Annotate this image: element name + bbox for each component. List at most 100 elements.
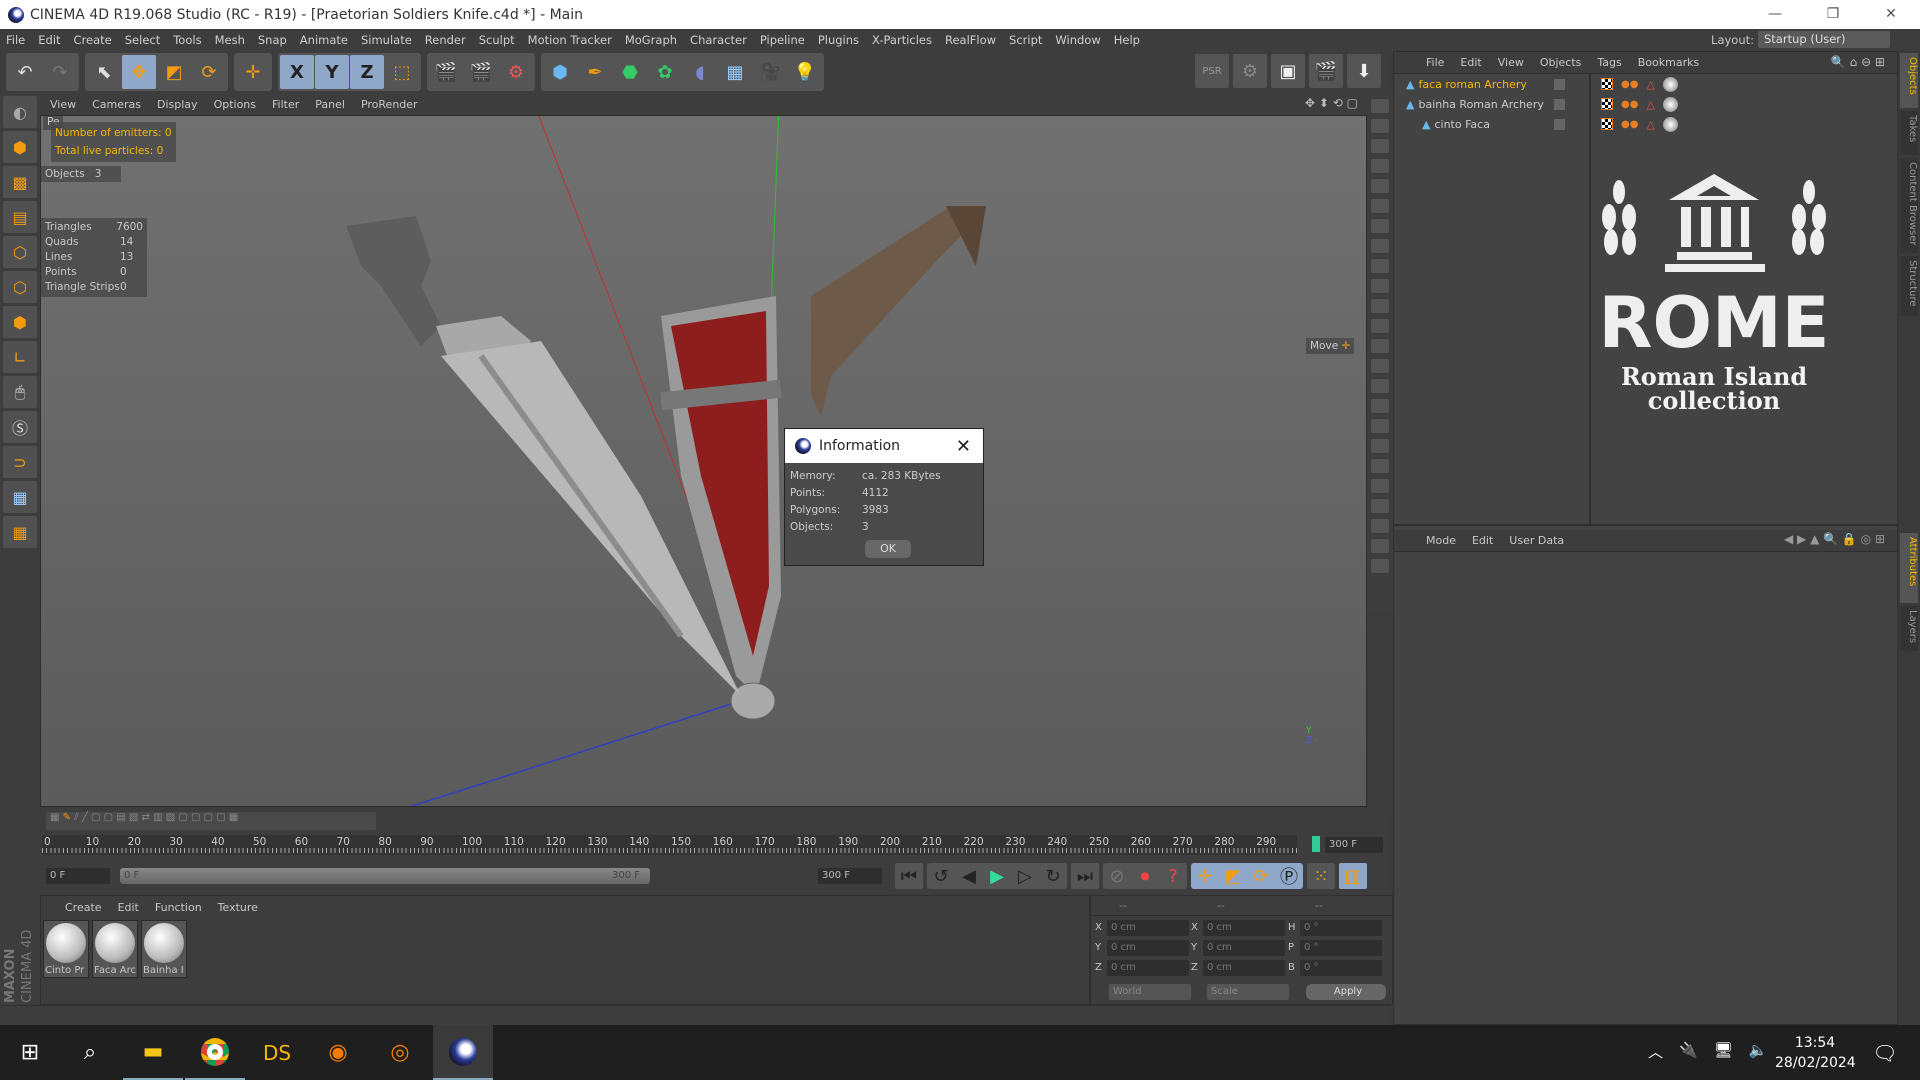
coord-field[interactable]: 0 ° bbox=[1300, 940, 1382, 956]
viewport-side-tool-icon[interactable] bbox=[1371, 219, 1389, 233]
next-key-icon[interactable]: ↻ bbox=[1039, 863, 1067, 889]
render-settings-icon[interactable]: ⚙ bbox=[499, 55, 533, 89]
interactive-render-icon[interactable]: 🎬 bbox=[1309, 54, 1343, 88]
coord-field[interactable]: 0 cm bbox=[1107, 960, 1189, 976]
texture-mode-icon[interactable]: ▩ bbox=[3, 166, 37, 198]
undo-icon[interactable]: ↶ bbox=[8, 55, 42, 89]
phong-tag-icon[interactable]: ●● bbox=[1621, 99, 1638, 110]
rotate-icon[interactable]: ⟳ bbox=[192, 55, 226, 89]
menu-simulate[interactable]: Simulate bbox=[361, 33, 412, 47]
menu-pipeline[interactable]: Pipeline bbox=[760, 33, 805, 47]
last-tool-icon[interactable]: ✛ bbox=[236, 55, 270, 89]
menu-realflow[interactable]: RealFlow bbox=[945, 33, 996, 47]
viewport-side-tool-icon[interactable] bbox=[1371, 139, 1389, 153]
object-menu-tags[interactable]: Tags bbox=[1597, 56, 1621, 69]
render-picture-viewer-icon[interactable]: 🎬 bbox=[464, 55, 498, 89]
visibility-toggle[interactable] bbox=[1554, 118, 1565, 130]
edges-mode-icon[interactable]: ⬡ bbox=[3, 271, 37, 303]
cinema4d-icon[interactable] bbox=[433, 1025, 493, 1080]
file-explorer-icon[interactable]: ▬ bbox=[123, 1025, 183, 1080]
viewport-menu-view[interactable]: View bbox=[50, 98, 76, 111]
autokey-icon[interactable]: ⏺ bbox=[1131, 863, 1159, 889]
viewport-side-tool-icon[interactable] bbox=[1371, 239, 1389, 253]
object-row[interactable]: ▲ faca roman Archery ●● △ bbox=[1394, 74, 1897, 94]
viewport-side-tool-icon[interactable] bbox=[1371, 99, 1389, 113]
coord-field[interactable]: 0 ° bbox=[1300, 960, 1382, 976]
redo-icon[interactable]: ↷ bbox=[43, 55, 77, 89]
coord-field[interactable]: 0 cm bbox=[1107, 940, 1189, 956]
tab-takes[interactable]: Takes bbox=[1900, 111, 1918, 155]
material-menu-function[interactable]: Function bbox=[155, 901, 202, 914]
warning-tag-icon[interactable]: △ bbox=[1646, 98, 1654, 111]
menu-mograph[interactable]: MoGraph bbox=[625, 33, 677, 47]
viewport-menu-filter[interactable]: Filter bbox=[272, 98, 299, 111]
menu-snap[interactable]: Snap bbox=[258, 33, 287, 47]
floor-icon[interactable]: ▦ bbox=[718, 55, 752, 89]
chrome-icon[interactable] bbox=[185, 1025, 245, 1080]
viewport-nav-icons[interactable]: ✥ ⬍ ⟲ ▢ bbox=[1305, 96, 1358, 110]
layout-dropdown[interactable]: Startup (User) bbox=[1758, 31, 1890, 48]
tab-structure[interactable]: Structure bbox=[1900, 256, 1918, 316]
axis-icon[interactable]: ∟ bbox=[3, 341, 37, 373]
menu-plugins[interactable]: Plugins bbox=[818, 33, 859, 47]
attribute-menu-user-data[interactable]: User Data bbox=[1509, 534, 1564, 547]
minimize-button[interactable]: — bbox=[1746, 0, 1804, 29]
tab-objects[interactable]: Objects bbox=[1900, 53, 1918, 108]
previous-key-icon[interactable]: ↺ bbox=[927, 863, 955, 889]
record-disabled-icon[interactable]: ⊘ bbox=[1103, 863, 1131, 889]
object-menu-view[interactable]: View bbox=[1498, 56, 1524, 69]
coordinate-system-icon[interactable]: ⬚ bbox=[385, 55, 419, 89]
workplane-grid-icon[interactable]: ▦ bbox=[3, 481, 37, 513]
scale-icon[interactable]: ◩ bbox=[157, 55, 191, 89]
ok-button[interactable]: OK bbox=[865, 540, 911, 558]
timeline-toolbar[interactable]: ▦ ✎ ⫽ ╱ ▢ ▢ ▤ ▧ ⇄ ▥ ▨ ▢ ▢ ▢ ▢ ▦ bbox=[46, 812, 376, 830]
download-icon[interactable]: ⬇ bbox=[1347, 54, 1381, 88]
menu-file[interactable]: File bbox=[6, 33, 25, 47]
timeline-window-icon[interactable]: ▥ bbox=[1339, 863, 1367, 889]
restore-button[interactable]: ❐ bbox=[1804, 0, 1862, 29]
material-swatch[interactable]: Faca Arc bbox=[92, 920, 138, 978]
object-menu-bookmarks[interactable]: Bookmarks bbox=[1638, 56, 1699, 69]
keyframe-selection-icon[interactable]: ? bbox=[1159, 863, 1187, 889]
coord-field[interactable]: 0 cm bbox=[1203, 920, 1285, 936]
apply-button[interactable]: Apply bbox=[1306, 984, 1386, 1000]
attribute-menu-mode[interactable]: Mode bbox=[1426, 534, 1456, 547]
solo-icon[interactable]: Ⓢ bbox=[3, 411, 37, 443]
viewport-menu-prorender[interactable]: ProRender bbox=[361, 98, 418, 111]
viewport-side-tool-icon[interactable] bbox=[1371, 419, 1389, 433]
tweak-icon[interactable]: 🖱 bbox=[3, 376, 37, 408]
coord-field[interactable]: 0 cm bbox=[1203, 940, 1285, 956]
phong-tag-icon[interactable]: ●● bbox=[1621, 119, 1638, 130]
coord-field[interactable]: 0 cm bbox=[1203, 960, 1285, 976]
warning-tag-icon[interactable]: △ bbox=[1646, 118, 1654, 131]
viewport-side-tool-icon[interactable] bbox=[1371, 119, 1389, 133]
object-manager-tools[interactable]: 🔍 ⌂ ⊖ ⊞ bbox=[1831, 55, 1885, 69]
psr-icon[interactable]: PSR bbox=[1195, 54, 1229, 88]
material-menu-texture[interactable]: Texture bbox=[218, 901, 258, 914]
attribute-menu-edit[interactable]: Edit bbox=[1472, 534, 1493, 547]
viewport-side-tool-icon[interactable] bbox=[1371, 539, 1389, 553]
system-tray[interactable]: ︿ 🔌 🖥 🔈 bbox=[1648, 1041, 1767, 1062]
menu-animate[interactable]: Animate bbox=[300, 33, 348, 47]
coord-field[interactable]: 0 ° bbox=[1300, 920, 1382, 936]
render-region-icon[interactable]: ▣ bbox=[1271, 54, 1305, 88]
menu-edit[interactable]: Edit bbox=[38, 33, 60, 47]
object-row[interactable]: ▲ cinto Faca ●● △ bbox=[1394, 114, 1897, 134]
go-to-end-icon[interactable]: ⏭ bbox=[1071, 863, 1099, 889]
viewport-side-tool-icon[interactable] bbox=[1371, 159, 1389, 173]
viewport-menu-panel[interactable]: Panel bbox=[315, 98, 345, 111]
viewport-side-tool-icon[interactable] bbox=[1371, 379, 1389, 393]
viewport-side-tool-icon[interactable] bbox=[1371, 339, 1389, 353]
go-to-start-icon[interactable]: ⏮ bbox=[895, 863, 923, 889]
menu-x-particles[interactable]: X-Particles bbox=[872, 33, 932, 47]
key-rotation-icon[interactable]: ⟳ bbox=[1247, 863, 1275, 889]
key-parameter-icon[interactable]: Ⓟ bbox=[1275, 863, 1303, 889]
houdini-icon[interactable]: ◎ bbox=[370, 1025, 430, 1080]
menu-sculpt[interactable]: Sculpt bbox=[479, 33, 515, 47]
workplane-icon[interactable]: ▤ bbox=[3, 201, 37, 233]
world-dropdown[interactable]: World bbox=[1109, 984, 1191, 1000]
menu-select[interactable]: Select bbox=[125, 33, 160, 47]
clock[interactable]: 13:54 28/02/2024 bbox=[1775, 1033, 1856, 1073]
object-menu-edit[interactable]: Edit bbox=[1460, 56, 1481, 69]
menu-mesh[interactable]: Mesh bbox=[215, 33, 245, 47]
